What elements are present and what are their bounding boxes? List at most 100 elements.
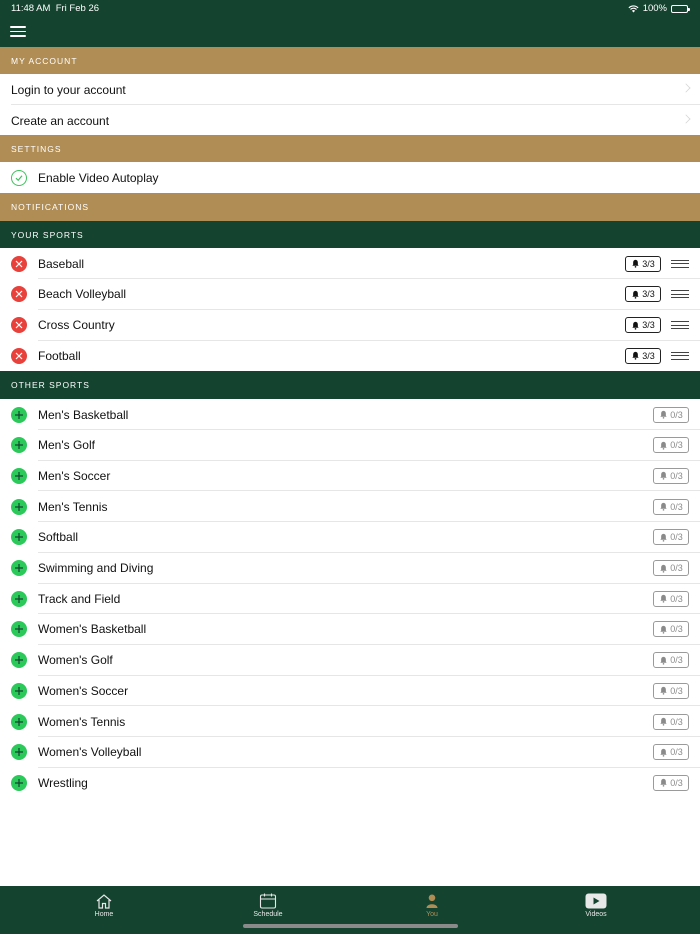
remove-icon[interactable] bbox=[11, 255, 27, 272]
bell-icon bbox=[631, 351, 640, 361]
calendar-icon bbox=[259, 891, 277, 911]
bell-icon bbox=[659, 533, 668, 542]
notification-badge[interactable]: 0/3 bbox=[653, 406, 689, 423]
create-account-label: Create an account bbox=[11, 113, 110, 128]
notification-badge[interactable]: 0/3 bbox=[653, 774, 689, 791]
tab-home[interactable]: Home bbox=[74, 886, 134, 934]
notification-badge[interactable]: 3/3 bbox=[625, 255, 661, 272]
bell-icon bbox=[659, 594, 668, 603]
sport-row[interactable]: Women's Tennis 0/3 bbox=[0, 706, 700, 737]
notification-badge[interactable]: 0/3 bbox=[653, 652, 689, 669]
add-icon[interactable] bbox=[11, 529, 27, 546]
section-notifications: NOTIFICATIONS bbox=[0, 193, 700, 221]
notification-badge[interactable]: 0/3 bbox=[653, 560, 689, 576]
section-other-sports: OTHER SPORTS bbox=[0, 371, 700, 399]
sport-row[interactable]: Football 3/3 bbox=[0, 340, 700, 371]
bell-icon bbox=[659, 717, 668, 726]
add-icon[interactable] bbox=[11, 498, 27, 515]
notification-badge[interactable]: 0/3 bbox=[653, 467, 689, 484]
sport-row[interactable]: Swimming and Diving 0/3 bbox=[0, 553, 700, 584]
bell-icon bbox=[659, 778, 668, 788]
add-icon[interactable] bbox=[11, 406, 27, 423]
login-label: Login to your account bbox=[11, 82, 126, 97]
notification-badge[interactable]: 0/3 bbox=[653, 744, 689, 761]
bell-icon bbox=[659, 564, 668, 573]
add-icon[interactable] bbox=[11, 437, 27, 454]
bell-icon bbox=[631, 259, 640, 268]
drag-handle-icon[interactable] bbox=[671, 259, 689, 268]
notification-count: 3/3 bbox=[642, 320, 655, 331]
add-icon[interactable] bbox=[11, 682, 27, 699]
sport-name: Women's Golf bbox=[38, 653, 113, 668]
battery-icon bbox=[671, 4, 690, 13]
sport-row[interactable]: Beach Volleyball 3/3 bbox=[0, 279, 700, 310]
menu-button[interactable] bbox=[10, 26, 26, 37]
bell-icon bbox=[631, 290, 640, 299]
sport-row[interactable]: Women's Golf 0/3 bbox=[0, 645, 700, 676]
notification-badge[interactable]: 0/3 bbox=[653, 682, 689, 699]
sport-name: Track and Field bbox=[38, 591, 121, 606]
sport-row[interactable]: Cross Country 3/3 bbox=[0, 310, 700, 341]
notification-badge[interactable]: 3/3 bbox=[625, 317, 661, 334]
remove-icon[interactable] bbox=[11, 317, 27, 334]
bell-icon bbox=[659, 748, 668, 757]
notification-badge[interactable]: 0/3 bbox=[653, 590, 689, 607]
sport-row[interactable]: Wrestling 0/3 bbox=[0, 767, 700, 798]
notification-badge[interactable]: 3/3 bbox=[625, 286, 661, 303]
sport-row[interactable]: Women's Basketball 0/3 bbox=[0, 614, 700, 645]
section-my-account: MY ACCOUNT bbox=[0, 47, 700, 74]
sport-row[interactable]: Men's Tennis 0/3 bbox=[0, 491, 700, 523]
bell-icon bbox=[659, 686, 668, 695]
notification-count: 3/3 bbox=[642, 350, 655, 361]
remove-icon[interactable] bbox=[11, 347, 27, 364]
sport-name: Baseball bbox=[38, 256, 85, 271]
sport-row[interactable]: Men's Basketball 0/3 bbox=[0, 399, 700, 430]
notification-badge[interactable]: 0/3 bbox=[653, 498, 689, 515]
sport-row[interactable]: Women's Soccer 0/3 bbox=[0, 675, 700, 707]
sport-name: Beach Volleyball bbox=[38, 287, 127, 302]
tab-home-label: Home bbox=[94, 911, 114, 918]
sport-row[interactable]: Men's Soccer 0/3 bbox=[0, 460, 700, 492]
add-icon[interactable] bbox=[11, 621, 27, 638]
notification-count: 0/3 bbox=[670, 563, 683, 573]
sport-row[interactable]: Women's Volleyball 0/3 bbox=[0, 737, 700, 768]
add-icon[interactable] bbox=[11, 467, 27, 484]
bell-icon bbox=[659, 410, 668, 419]
notification-count: 0/3 bbox=[670, 440, 683, 451]
notification-badge[interactable]: 3/3 bbox=[625, 347, 661, 364]
sport-row[interactable]: Softball 0/3 bbox=[0, 522, 700, 553]
tab-videos-label: Videos bbox=[585, 911, 607, 918]
notification-badge[interactable]: 0/3 bbox=[653, 621, 689, 638]
login-row[interactable]: Login to your account bbox=[0, 74, 700, 105]
bell-icon bbox=[659, 441, 668, 450]
drag-handle-icon[interactable] bbox=[671, 321, 689, 330]
notification-count: 0/3 bbox=[670, 532, 683, 543]
notification-badge[interactable]: 0/3 bbox=[653, 529, 689, 546]
bell-icon bbox=[659, 656, 668, 665]
sport-row[interactable]: Men's Golf 0/3 bbox=[0, 430, 700, 461]
sport-name: Men's Basketball bbox=[38, 407, 129, 422]
add-icon[interactable] bbox=[11, 560, 27, 576]
add-icon[interactable] bbox=[11, 713, 27, 730]
add-icon[interactable] bbox=[11, 590, 27, 607]
notification-count: 0/3 bbox=[670, 624, 683, 635]
add-icon[interactable] bbox=[11, 744, 27, 761]
checkmark-icon[interactable] bbox=[11, 169, 27, 186]
sport-row[interactable]: Baseball 3/3 bbox=[0, 248, 700, 279]
drag-handle-icon[interactable] bbox=[671, 351, 689, 360]
tab-schedule-label: Schedule bbox=[253, 911, 283, 918]
drag-handle-icon[interactable] bbox=[671, 290, 689, 299]
sport-name: Women's Basketball bbox=[38, 622, 147, 637]
sport-row[interactable]: Track and Field 0/3 bbox=[0, 583, 700, 615]
battery-percent: 100% bbox=[642, 3, 667, 14]
person-icon bbox=[424, 891, 440, 911]
create-account-row[interactable]: Create an account bbox=[0, 105, 700, 136]
tab-videos[interactable]: Videos bbox=[566, 886, 626, 934]
remove-icon[interactable] bbox=[11, 286, 27, 303]
add-icon[interactable] bbox=[11, 652, 27, 669]
notification-badge[interactable]: 0/3 bbox=[653, 437, 689, 454]
autoplay-label: Enable Video Autoplay bbox=[38, 170, 159, 185]
notification-badge[interactable]: 0/3 bbox=[653, 713, 689, 730]
autoplay-row[interactable]: Enable Video Autoplay bbox=[0, 162, 700, 193]
add-icon[interactable] bbox=[11, 774, 27, 791]
